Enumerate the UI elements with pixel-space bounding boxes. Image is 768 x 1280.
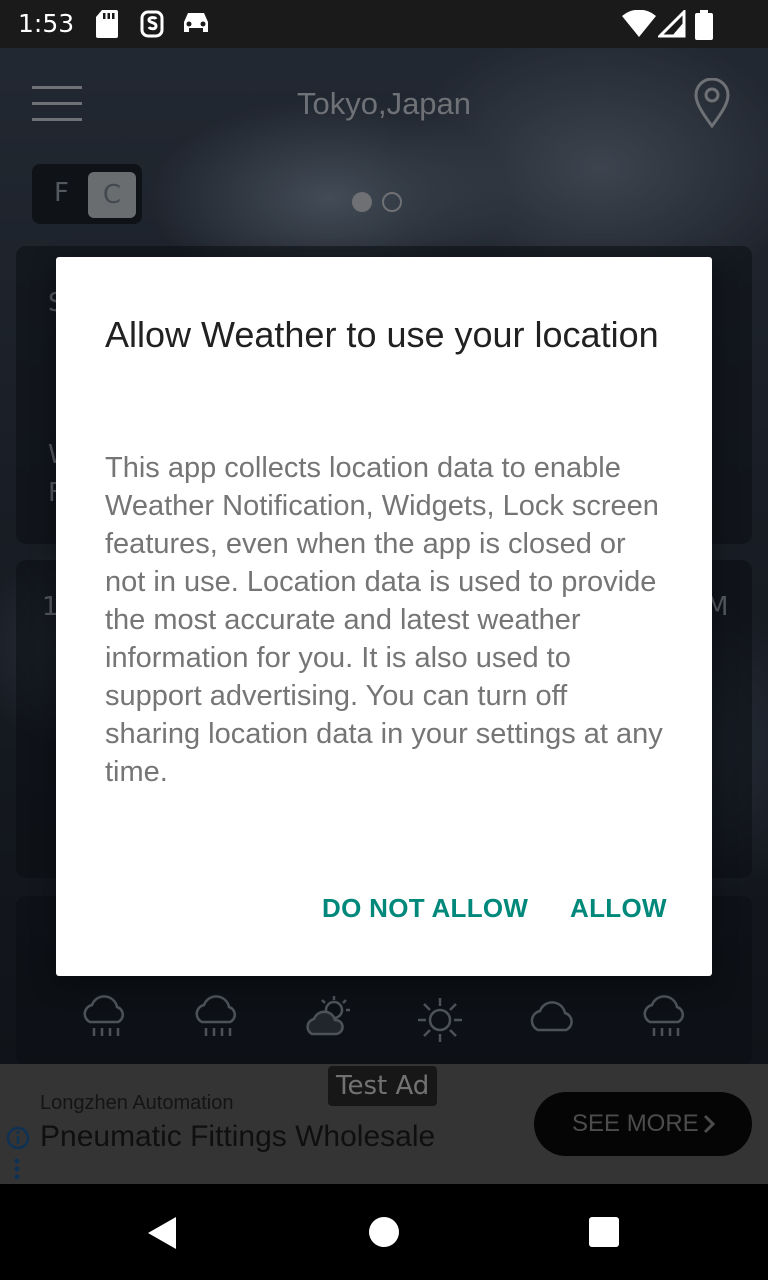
dialog-title: Allow Weather to use your location bbox=[105, 314, 659, 355]
do-not-allow-button[interactable]: DO NOT ALLOW bbox=[322, 893, 528, 924]
screen: 1:53 Tokyo,Japan F C S W F 1 M Test Ad L… bbox=[0, 0, 768, 1280]
allow-button[interactable]: ALLOW bbox=[570, 893, 667, 924]
location-permission-dialog: Allow Weather to use your location This … bbox=[56, 257, 712, 976]
recents-icon[interactable] bbox=[588, 1216, 620, 1248]
status-bar: 1:53 bbox=[0, 0, 768, 48]
navigation-bar bbox=[0, 1184, 768, 1280]
status-time: 1:53 bbox=[18, 9, 75, 38]
home-icon[interactable] bbox=[368, 1216, 400, 1248]
back-icon[interactable] bbox=[146, 1216, 178, 1250]
notification-s-icon bbox=[140, 10, 164, 38]
car-icon bbox=[184, 13, 208, 32]
sd-card-icon bbox=[96, 10, 118, 38]
dialog-message: This app collects location data to enabl… bbox=[105, 452, 663, 788]
wifi-icon bbox=[622, 10, 656, 37]
signal-icon bbox=[658, 10, 686, 38]
battery-icon bbox=[695, 10, 713, 40]
